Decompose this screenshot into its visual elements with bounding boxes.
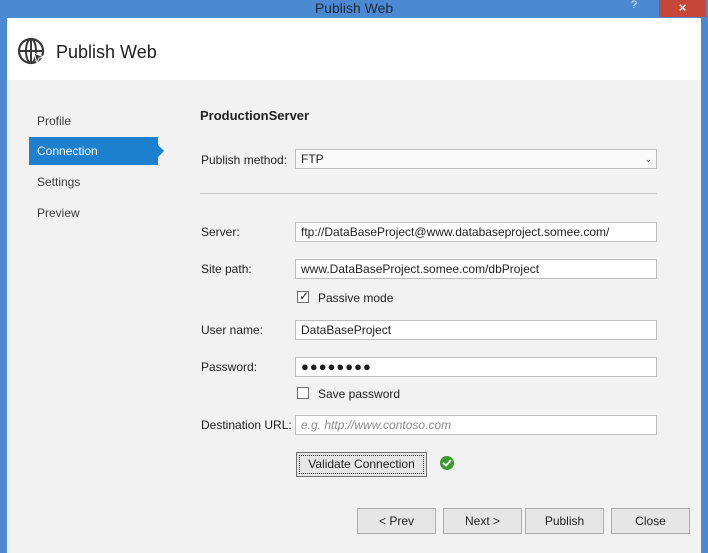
- destination-url-input[interactable]: e.g. http://www.contoso.com: [295, 415, 657, 435]
- dialog-title: Publish Web: [56, 42, 157, 62]
- passive-mode-label: Passive mode: [318, 291, 394, 305]
- close-icon[interactable]: ×: [659, 0, 706, 17]
- checkmark-icon: ✓: [299, 289, 310, 303]
- publish-method-value: FTP: [301, 152, 324, 166]
- server-input[interactable]: ftp://DataBaseProject@www.databaseprojec…: [295, 222, 657, 242]
- window-frame-left: [0, 18, 7, 553]
- user-name-input[interactable]: DataBaseProject: [295, 320, 657, 340]
- user-name-label: User name:: [201, 323, 264, 337]
- prev-button[interactable]: < Prev: [357, 508, 436, 534]
- close-button[interactable]: Close: [611, 508, 690, 534]
- save-password-label: Save password: [318, 387, 401, 401]
- site-path-label: Site path:: [201, 262, 252, 276]
- window-title: Publish Web: [314, 0, 394, 16]
- publish-method-label: Publish method:: [201, 153, 288, 167]
- site-path-input[interactable]: www.DataBaseProject.somee.com/dbProject: [295, 259, 657, 279]
- nav-item-settings[interactable]: Settings: [29, 168, 158, 196]
- next-button[interactable]: Next >: [443, 508, 522, 534]
- section-divider: [200, 193, 657, 194]
- question-icon[interactable]: ?: [627, 0, 641, 14]
- publish-method-select[interactable]: FTP ⌄: [295, 149, 657, 169]
- title-bar: Publish Web ? ×: [0, 0, 708, 19]
- passive-mode-checkbox[interactable]: ✓: [297, 289, 310, 303]
- nav-item-preview[interactable]: Preview: [29, 199, 158, 227]
- publish-button[interactable]: Publish: [525, 508, 604, 534]
- success-check-icon: [440, 456, 454, 470]
- dialog-header: Publish Web: [7, 18, 701, 80]
- password-label: Password:: [201, 360, 258, 374]
- profile-name-heading: ProductionServer: [200, 108, 310, 123]
- destination-url-label: Destination URL:: [201, 418, 292, 432]
- validate-connection-button[interactable]: Validate Connection: [296, 452, 427, 477]
- dialog-content: Profile Connection Settings Preview Prod…: [7, 80, 701, 553]
- globe-icon: [17, 37, 46, 65]
- password-input[interactable]: ●●●●●●●●: [295, 357, 657, 377]
- server-label: Server:: [201, 225, 240, 239]
- chevron-down-icon: ⌄: [644, 154, 652, 164]
- nav-item-connection[interactable]: Connection: [29, 137, 164, 165]
- save-password-checkbox[interactable]: [297, 387, 309, 399]
- nav-item-profile[interactable]: Profile: [29, 107, 158, 135]
- window-frame-right: [701, 18, 708, 553]
